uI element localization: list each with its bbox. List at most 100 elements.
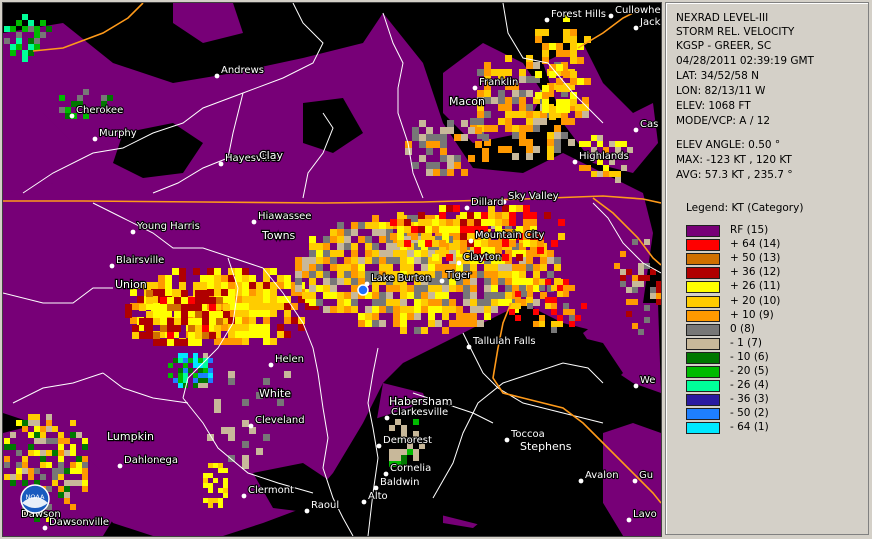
velocity-cell [213,498,218,503]
town-label: Murphy [99,128,137,139]
velocity-cell [407,292,414,299]
velocity-cell [502,212,509,219]
velocity-cell [644,239,650,245]
velocity-cell [491,299,498,306]
radar-site[interactable] [357,284,369,296]
velocity-cell [526,264,533,271]
velocity-cell [393,257,400,264]
town-label: Cherokee [76,105,123,116]
town-label: Lavo [633,509,657,520]
velocity-cell [620,269,626,275]
velocity-cell [22,56,28,62]
velocity-cell [446,205,453,212]
radar-map[interactable]: Forest Hills CullowheeJackson Andrews Frank… [2,2,662,537]
velocity-cell [195,332,202,339]
noaa-logo: NOAA [20,484,50,514]
velocity-cell [344,299,351,306]
velocity-cell [540,264,547,271]
velocity-cell [46,414,52,420]
velocity-cell [519,264,526,271]
velocity-cell [632,239,638,245]
velocity-cell [442,285,449,292]
velocity-cell [597,141,603,147]
velocity-cell [203,498,208,503]
velocity-cell [165,275,172,282]
velocity-cell [379,264,386,271]
velocity-cell [644,275,650,281]
velocity-cell [386,250,393,257]
velocity-cell [22,14,28,20]
velocity-cell [505,97,512,104]
velocity-cell [228,371,235,378]
velocity-cell [277,275,284,282]
velocity-cell [568,118,575,125]
velocity-cell [547,250,554,257]
mode-vcp: MODE/VCP: A / 12 [676,115,771,127]
velocity-cell [34,26,40,32]
radar-site-icon[interactable] [357,284,369,296]
velocity-cell [218,488,223,493]
velocity-cell [208,503,213,508]
velocity-cell [460,219,467,226]
velocity-cell [426,127,433,134]
velocity-cell [330,292,337,299]
velocity-cell [585,141,591,147]
velocity-cell [521,291,527,297]
velocity-cell [554,132,561,139]
velocity-cell [540,257,547,264]
velocity-cell [549,113,556,120]
velocity-cell [295,257,302,264]
velocity-cell [284,371,291,378]
velocity-cell [139,318,146,325]
velocity-cell [477,320,484,327]
velocity-cell [208,488,213,493]
velocity-cell [474,219,481,226]
velocity-cell [638,281,644,287]
legend-row: + 10 (9) [686,309,856,323]
velocity-cell [270,289,277,296]
velocity-cell [34,438,40,444]
velocity-cell [425,233,432,240]
velocity-cell [547,139,554,146]
velocity-cell [407,264,414,271]
velocity-cell [207,282,214,289]
velocity-cell [389,455,395,461]
town-dot [544,17,550,23]
velocity-cell [484,306,491,313]
velocity-cell [386,299,393,306]
velocity-cell [389,449,395,455]
legend-swatch [686,253,720,266]
velocity-cell [277,324,284,331]
velocity-cell [58,492,64,498]
velocity-cell [527,291,533,297]
velocity-cell [242,275,249,282]
velocity-cell [344,257,351,264]
legend-swatch [686,351,720,364]
legend-swatch [686,239,720,252]
velocity-cell [256,289,263,296]
velocity-cell [615,177,621,183]
velocity-cell [414,257,421,264]
velocity-cell [181,304,188,311]
velocity-cell [505,111,512,118]
velocity-cell [302,264,309,271]
town-dot [373,485,379,491]
velocity-cell [421,306,428,313]
scan-datetime: 04/28/2011 02:39:19 GMT [676,55,814,67]
velocity-cell [453,240,460,247]
velocity-cell [570,78,577,85]
velocity-cell [547,271,554,278]
velocity-cell [447,169,454,176]
town-label: Lumpkin [107,430,154,443]
velocity-cell [440,134,447,141]
velocity-cell [344,278,351,285]
velocity-cell [407,449,413,455]
velocity-cell [178,353,183,358]
velocity-cell [397,233,404,240]
velocity-cell [404,219,411,226]
velocity-cell [70,444,76,450]
station-name: KGSP - GREER, SC [676,40,772,52]
velocity-cell [183,363,188,368]
velocity-cell [198,358,203,363]
velocity-cell [372,285,379,292]
